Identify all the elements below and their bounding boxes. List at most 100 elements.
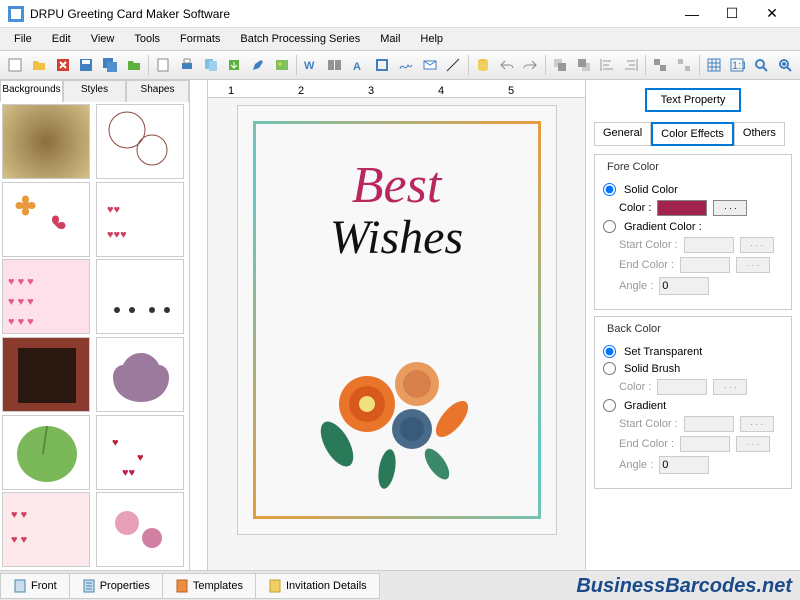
tab-templates[interactable]: Templates xyxy=(162,573,256,599)
tab-invitation[interactable]: Invitation Details xyxy=(255,573,380,599)
maximize-button[interactable]: ☐ xyxy=(712,2,752,26)
align-left-icon[interactable] xyxy=(596,53,619,77)
image-icon[interactable] xyxy=(270,53,293,77)
color-picker-button[interactable]: . . . xyxy=(713,200,747,216)
copy-icon[interactable] xyxy=(199,53,222,77)
left-tabs: Backgrounds Styles Shapes xyxy=(0,80,189,102)
horizontal-ruler: 12345 xyxy=(208,80,585,98)
thumbnail[interactable]: ♥♥♥♥ xyxy=(96,415,184,490)
thumbnail[interactable]: ♥ ♥♥ ♥ xyxy=(2,492,90,567)
send-back-icon[interactable] xyxy=(572,53,595,77)
thumbnail[interactable] xyxy=(2,415,90,490)
print-icon[interactable] xyxy=(176,53,199,77)
menu-help[interactable]: Help xyxy=(410,31,453,47)
svg-text:♥: ♥ xyxy=(112,437,119,449)
bring-front-icon[interactable] xyxy=(549,53,572,77)
text-property-heading[interactable]: Text Property xyxy=(645,88,742,112)
thumbnail[interactable] xyxy=(96,104,184,179)
solid-brush-radio[interactable] xyxy=(603,362,616,375)
fore-color-swatch[interactable] xyxy=(657,200,707,216)
tab-shapes[interactable]: Shapes xyxy=(126,80,189,102)
separator xyxy=(296,55,297,75)
solid-color-radio[interactable] xyxy=(603,183,616,196)
new-icon[interactable] xyxy=(4,53,27,77)
thumbnail[interactable] xyxy=(2,104,90,179)
close-icon[interactable] xyxy=(51,53,74,77)
thumbnail[interactable]: ♥ ♥ ♥♥ ♥ ♥♥ ♥ ♥ xyxy=(2,259,90,334)
tab-others[interactable]: Others xyxy=(734,122,785,146)
undo-icon[interactable] xyxy=(495,53,518,77)
zoom-icon[interactable] xyxy=(750,53,773,77)
gradient-color-radio[interactable] xyxy=(603,220,616,233)
flower-decoration[interactable] xyxy=(297,324,497,494)
thumbnail[interactable]: ♥♥♥♥♥ xyxy=(96,182,184,257)
tab-front[interactable]: Front xyxy=(0,573,70,599)
tab-color-effects[interactable]: Color Effects xyxy=(651,122,734,146)
close-button[interactable]: ✕ xyxy=(752,2,792,26)
mail-icon[interactable] xyxy=(418,53,441,77)
tab-backgrounds[interactable]: Backgrounds xyxy=(0,80,63,102)
bottom-tabs: Front Properties Templates Invitation De… xyxy=(0,570,800,600)
group-icon[interactable] xyxy=(649,53,672,77)
save-icon[interactable] xyxy=(75,53,98,77)
solid-brush-label: Solid Brush xyxy=(624,363,680,375)
window-controls: — ☐ ✕ xyxy=(672,2,792,26)
app-icon xyxy=(8,6,24,22)
separator xyxy=(148,55,149,75)
shape-icon[interactable] xyxy=(371,53,394,77)
database-icon[interactable] xyxy=(472,53,495,77)
menu-file[interactable]: File xyxy=(4,31,42,47)
minimize-button[interactable]: — xyxy=(672,2,712,26)
menu-view[interactable]: View xyxy=(81,31,125,47)
ungroup-icon[interactable] xyxy=(673,53,696,77)
fore-color-legend: Fore Color xyxy=(603,161,663,173)
thumbnail[interactable] xyxy=(96,492,184,567)
tab-styles[interactable]: Styles xyxy=(63,80,126,102)
solid-color-label: Solid Color xyxy=(624,184,678,196)
back-end-swatch xyxy=(680,436,730,452)
menu-formats[interactable]: Formats xyxy=(170,31,230,47)
back-color-group: Back Color Set Transparent Solid Brush C… xyxy=(594,316,792,489)
gradient-color-label: Gradient Color : xyxy=(624,221,702,233)
menu-tools[interactable]: Tools xyxy=(124,31,170,47)
export-icon[interactable] xyxy=(223,53,246,77)
thumbnail[interactable] xyxy=(2,182,90,257)
barcode-icon[interactable] xyxy=(324,53,347,77)
line-icon[interactable] xyxy=(442,53,465,77)
thumbnail[interactable] xyxy=(2,337,90,412)
pen-icon[interactable] xyxy=(247,53,270,77)
properties-panel: Text Property General Color Effects Othe… xyxy=(585,80,800,570)
signature-icon[interactable] xyxy=(395,53,418,77)
transparent-radio[interactable] xyxy=(603,345,616,358)
greeting-card[interactable]: Best Wishes xyxy=(237,105,557,535)
svg-text:1:1: 1:1 xyxy=(732,60,745,72)
saveas-icon[interactable] xyxy=(122,53,145,77)
start-color-button: . . . xyxy=(740,237,774,253)
end-color-swatch xyxy=(680,257,730,273)
font-icon[interactable]: A xyxy=(347,53,370,77)
menu-batch[interactable]: Batch Processing Series xyxy=(230,31,370,47)
gradient-label: Gradient xyxy=(624,400,666,412)
svg-text:♥ ♥ ♥: ♥ ♥ ♥ xyxy=(8,276,34,288)
tab-properties[interactable]: Properties xyxy=(69,573,163,599)
back-start-button: . . . xyxy=(740,416,774,432)
thumbnail[interactable] xyxy=(96,337,184,412)
menu-mail[interactable]: Mail xyxy=(370,31,410,47)
gradient-radio[interactable] xyxy=(603,399,616,412)
redo-icon[interactable] xyxy=(519,53,542,77)
open-icon[interactable] xyxy=(28,53,51,77)
saveall-icon[interactable] xyxy=(99,53,122,77)
wordart-icon[interactable]: W xyxy=(300,53,323,77)
menu-edit[interactable]: Edit xyxy=(42,31,81,47)
page-icon[interactable] xyxy=(152,53,175,77)
start-color-label: Start Color : xyxy=(619,239,678,251)
properties-icon xyxy=(82,579,96,593)
fit-icon[interactable]: 1:1 xyxy=(726,53,749,77)
grid-icon[interactable] xyxy=(702,53,725,77)
align-right-icon[interactable] xyxy=(620,53,643,77)
thumbnail[interactable] xyxy=(96,259,184,334)
back-color-label: Color : xyxy=(619,381,651,393)
zoomin-icon[interactable] xyxy=(773,53,796,77)
svg-text:♥♥: ♥♥ xyxy=(107,204,120,216)
tab-general[interactable]: General xyxy=(594,122,651,146)
